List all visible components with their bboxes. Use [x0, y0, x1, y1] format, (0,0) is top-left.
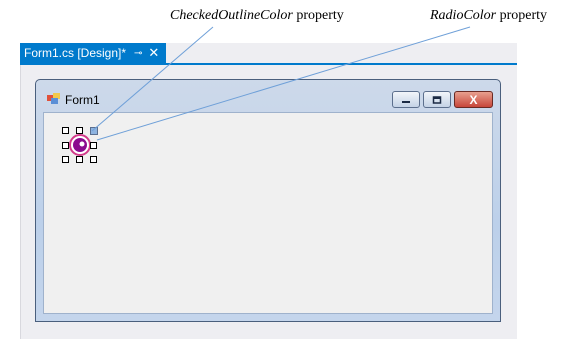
annotation-leader-lines: [91, 26, 471, 141]
leader-line-checked-outline: [91, 26, 214, 132]
leader-line-radio-color: [96, 26, 471, 141]
